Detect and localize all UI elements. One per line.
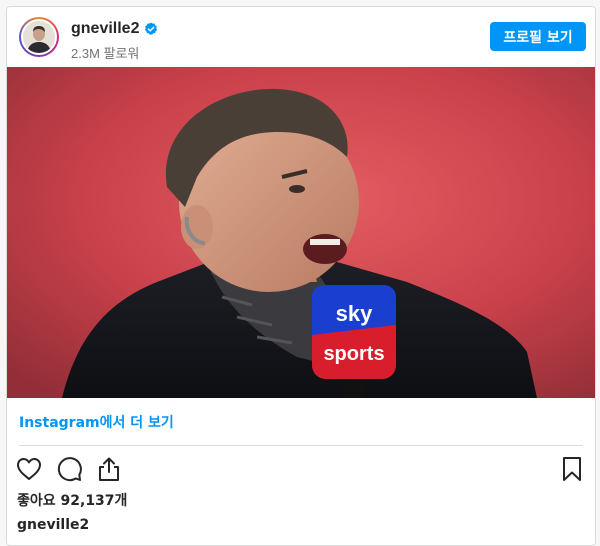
caption-username[interactable]: gneville2	[17, 517, 89, 533]
post-header: gneville2 2.3M 팔로워 프로필 보기	[7, 7, 595, 67]
avatar[interactable]	[19, 17, 59, 57]
divider	[19, 445, 583, 446]
comment-icon[interactable]	[55, 455, 83, 483]
heart-icon[interactable]	[15, 455, 43, 483]
bookmark-icon[interactable]	[558, 455, 586, 483]
like-count[interactable]: 좋아요 92,137개	[17, 490, 127, 510]
follower-count: 2.3M 팔로워	[71, 46, 140, 61]
username-row: gneville2	[71, 20, 158, 38]
instagram-embed-card: gneville2 2.3M 팔로워 프로필 보기 sky sports Ins…	[6, 6, 596, 546]
view-profile-button[interactable]: 프로필 보기	[490, 22, 586, 51]
post-image: sky sports	[7, 67, 595, 398]
user-info: gneville2 2.3M 팔로워	[71, 20, 158, 62]
action-bar	[7, 453, 595, 485]
avatar-portrait	[23, 21, 55, 53]
post-photo[interactable]: sky sports	[7, 67, 595, 398]
mic-brand-bottom: sports	[323, 343, 384, 365]
verified-badge-icon	[145, 22, 158, 35]
avatar-image	[21, 19, 57, 55]
username[interactable]: gneville2	[71, 20, 139, 38]
view-more-on-instagram-link[interactable]: Instagram에서 더 보기	[19, 412, 174, 432]
mic-brand-top: sky	[336, 301, 373, 326]
share-icon[interactable]	[95, 455, 123, 483]
